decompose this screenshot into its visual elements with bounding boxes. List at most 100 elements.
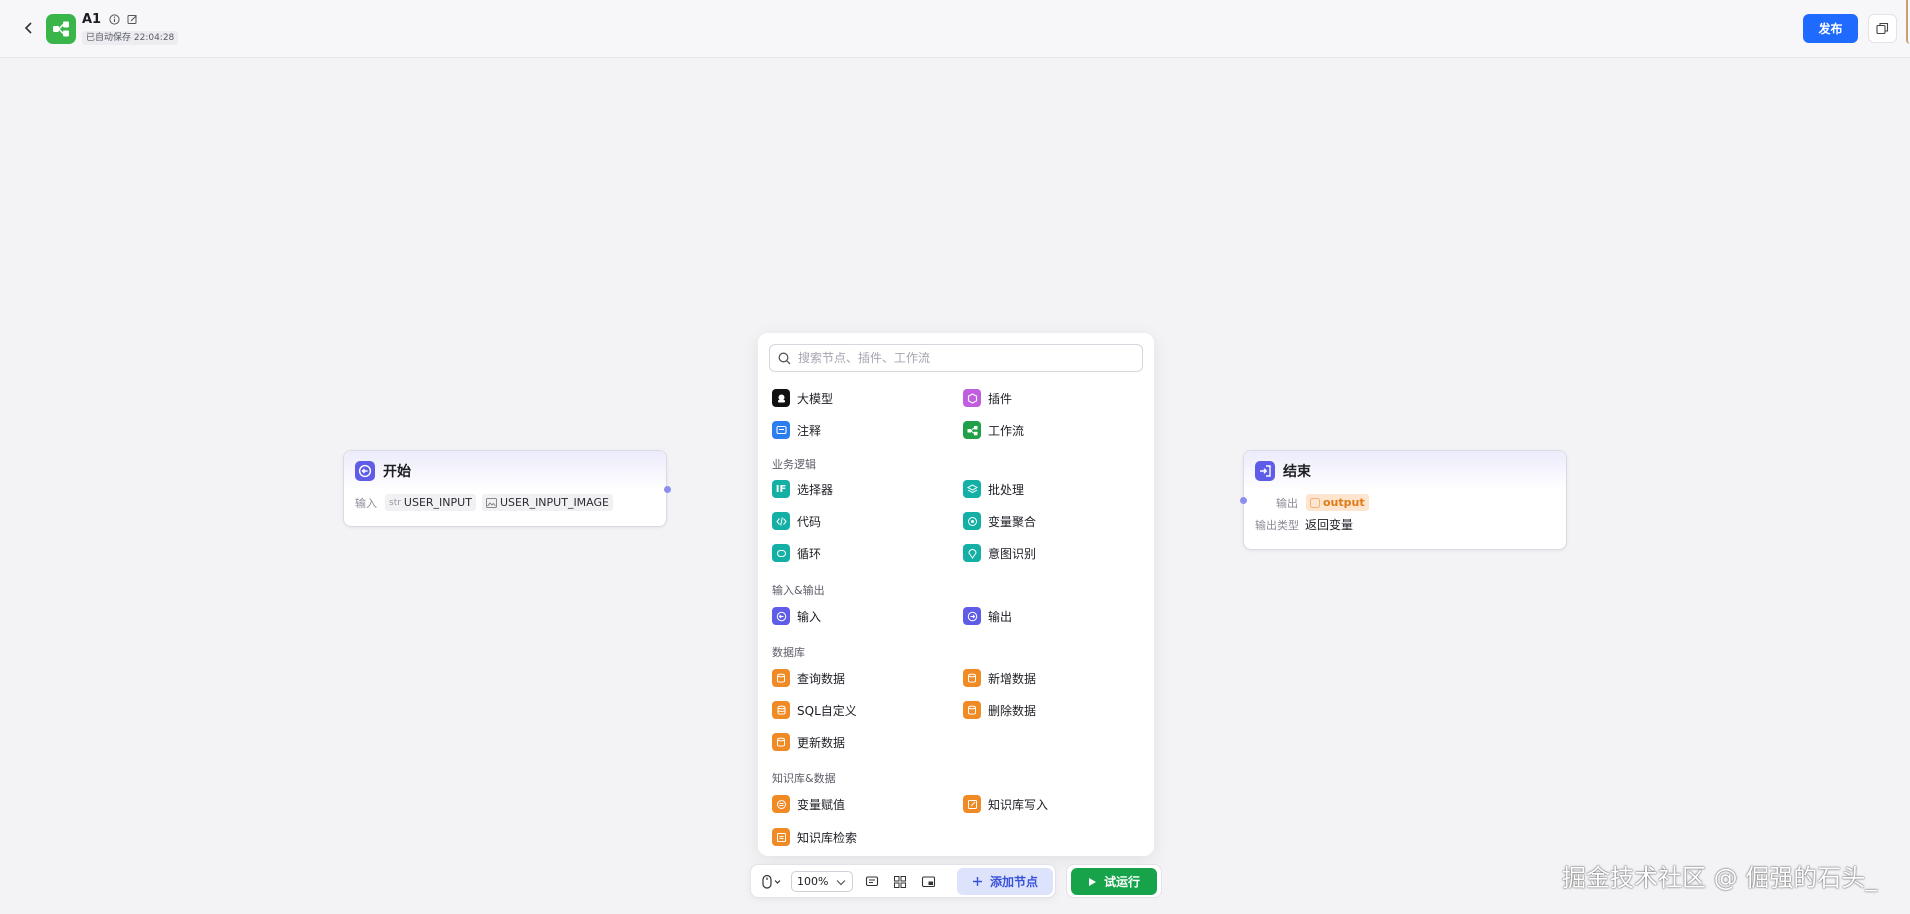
node-item-label: 注释 (797, 423, 822, 438)
node-item-knowledge-search[interactable]: 知识库检索 (772, 827, 857, 847)
node-item-llm[interactable]: 大模型 (772, 388, 833, 408)
section-label-knowledge: 知识库&数据 (772, 772, 836, 785)
start-node[interactable]: 开始 输入 str USER_INPUT USER_INPUT_IMAGE (343, 450, 667, 527)
edit-icon[interactable] (125, 13, 139, 27)
type-prefix: str (389, 497, 401, 508)
node-item-batch[interactable]: 批处理 (963, 479, 1024, 499)
start-node-header: 开始 (344, 451, 666, 491)
end-input-port[interactable] (1240, 497, 1247, 504)
node-item-label: 选择器 (797, 482, 834, 497)
info-icon[interactable] (107, 13, 121, 27)
input-label: 输入 (355, 496, 377, 510)
search-icon (778, 352, 791, 364)
watermark: 掘金技术社区 @ 倔强的石头_ (1562, 864, 1878, 892)
node-item-query-data[interactable]: 查询数据 (772, 668, 845, 688)
variable-assign-icon (772, 795, 790, 813)
comment-tool-button[interactable] (861, 872, 883, 892)
llm-icon (772, 389, 790, 407)
back-button[interactable] (18, 16, 40, 40)
input-var-name: USER_INPUT_IMAGE (499, 496, 609, 509)
node-item-intent[interactable]: 意图识别 (963, 543, 1036, 563)
node-item-output[interactable]: 输出 (963, 606, 1012, 626)
node-picker-panel: 大模型 插件 注释 工作流 业务逻辑 IF 选择器 批处理 代码 (758, 333, 1154, 856)
search-box[interactable] (769, 344, 1143, 372)
trial-run-button[interactable]: 试运行 (1071, 868, 1157, 895)
node-item-variable-aggregate[interactable]: 变量聚合 (963, 511, 1036, 531)
publish-button[interactable]: 发布 (1803, 14, 1858, 43)
node-item-label: 更新数据 (797, 735, 846, 750)
node-item-label: 循环 (797, 546, 822, 561)
play-icon (1088, 877, 1096, 886)
node-item-label: 变量聚合 (988, 514, 1037, 529)
end-node-header: 结束 (1244, 451, 1566, 491)
canvas-toolbar: 100% 添加节点 (750, 864, 1056, 898)
node-item-selector[interactable]: IF 选择器 (772, 479, 833, 499)
node-item-knowledge-write[interactable]: 知识库写入 (963, 794, 1048, 814)
zoom-select[interactable]: 100% (791, 871, 853, 892)
output-type-label: 输出类型 (1255, 518, 1299, 532)
database-sql-icon (772, 701, 790, 719)
add-node-button[interactable]: 添加节点 (957, 868, 1053, 895)
start-output-port[interactable] (664, 486, 671, 493)
end-node-type-row: 输出类型 返回变量 (1244, 511, 1566, 533)
node-item-input[interactable]: 输入 (772, 606, 821, 626)
node-item-add-data[interactable]: 新增数据 (963, 668, 1036, 688)
node-item-variable-assign[interactable]: 变量赋值 (772, 794, 845, 814)
input-icon (772, 607, 790, 625)
start-node-title: 开始 (383, 464, 411, 480)
input-var-name: USER_INPUT (403, 496, 472, 509)
node-item-comment[interactable]: 注释 (772, 420, 821, 440)
node-item-label: 删除数据 (988, 703, 1037, 718)
end-node[interactable]: 结束 输出 output 输出类型 返回变量 (1243, 450, 1567, 550)
end-icon (1255, 461, 1275, 481)
node-item-workflow[interactable]: 工作流 (963, 420, 1024, 440)
minimap-button[interactable] (917, 872, 939, 892)
output-icon (963, 607, 981, 625)
node-item-code[interactable]: 代码 (772, 511, 821, 531)
autosave-status: 已自动保存 22:04:28 (82, 31, 179, 45)
comment-icon (772, 421, 790, 439)
code-icon (772, 512, 790, 530)
node-item-plugin[interactable]: 插件 (963, 388, 1012, 408)
grid-layout-icon (894, 876, 906, 888)
loop-icon (772, 544, 790, 562)
start-node-inputs: 输入 str USER_INPUT USER_INPUT_IMAGE (344, 491, 666, 511)
chevron-left-icon (24, 22, 32, 34)
node-item-label: SQL自定义 (797, 703, 857, 718)
output-label: 输出 (1276, 496, 1298, 510)
auto-layout-button[interactable] (889, 872, 911, 892)
image-icon (485, 497, 497, 508)
trial-run-wrapper: 试运行 (1066, 864, 1162, 898)
database-delete-icon (963, 701, 981, 719)
top-bar: A1 已自动保存 22:04:28 发布 (0, 0, 1910, 58)
aggregate-icon (963, 512, 981, 530)
trial-run-label: 试运行 (1103, 875, 1140, 889)
node-item-label: 知识库写入 (988, 797, 1049, 812)
node-item-label: 变量赋值 (797, 797, 846, 812)
search-input[interactable] (798, 351, 1118, 365)
copy-window-icon (1876, 22, 1889, 35)
node-item-update-data[interactable]: 更新数据 (772, 732, 845, 752)
batch-icon (963, 480, 981, 498)
node-item-label: 插件 (988, 391, 1013, 406)
node-item-label: 工作流 (988, 423, 1025, 438)
variable-icon (1310, 497, 1320, 508)
node-item-label: 新增数据 (988, 671, 1037, 686)
node-item-label: 大模型 (797, 391, 834, 406)
plugin-icon (963, 389, 981, 407)
workflow-icon (963, 421, 981, 439)
node-item-label: 批处理 (988, 482, 1025, 497)
node-item-sql-custom[interactable]: SQL自定义 (772, 700, 857, 720)
node-item-delete-data[interactable]: 删除数据 (963, 700, 1036, 720)
interaction-mode-button[interactable] (759, 873, 785, 891)
window-toggle-button[interactable] (1868, 14, 1897, 43)
comment-icon (865, 876, 879, 887)
node-item-label: 查询数据 (797, 671, 846, 686)
selector-icon: IF (772, 480, 790, 498)
node-item-loop[interactable]: 循环 (772, 543, 821, 563)
output-var-tag: output (1306, 494, 1369, 511)
end-node-title: 结束 (1283, 464, 1311, 480)
section-label-database: 数据库 (772, 646, 805, 659)
node-item-label: 输入 (797, 609, 822, 624)
zoom-value: 100% (797, 875, 829, 888)
